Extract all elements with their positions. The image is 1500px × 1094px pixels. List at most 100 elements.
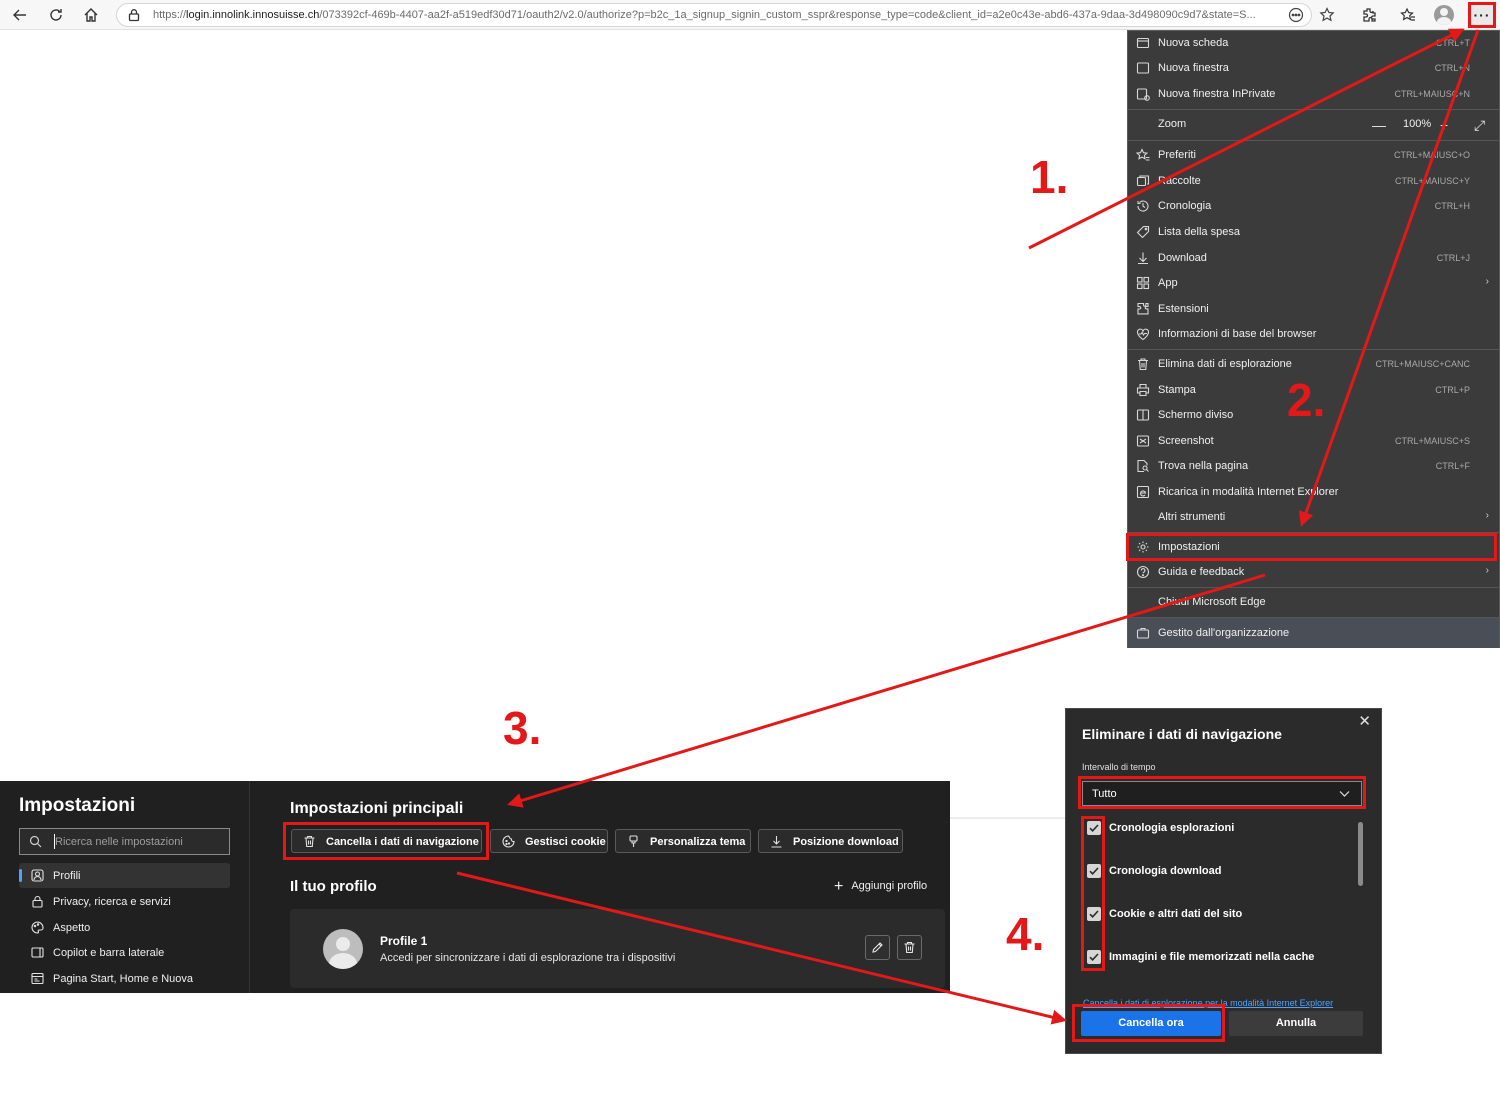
dialog-title: Eliminare i dati di navigazione	[1082, 726, 1282, 742]
menu-item-collections[interactable]: Raccolte CTRL+MAIUSC+Y	[1128, 169, 1499, 193]
settings-and-more-button[interactable]: ···	[1468, 2, 1496, 28]
profile-icon	[31, 869, 44, 882]
settings-panel: Impostazioni Ricerca nelle impostazioni …	[0, 781, 950, 993]
browser-toolbar: https://login.innolink.innosuisse.ch/073…	[0, 0, 1500, 30]
step-4-label: 4.	[1006, 908, 1045, 960]
your-profile-title: Il tuo profilo	[290, 878, 377, 895]
edit-profile-button[interactable]	[865, 935, 890, 960]
back-icon[interactable]	[8, 3, 32, 27]
highlight-time-range	[1078, 776, 1366, 809]
ie-mode-icon	[1136, 485, 1150, 499]
settings-title: Impostazioni	[19, 795, 136, 816]
menu-item-inprivate[interactable]: Nuova finestra InPrivate CTRL+MAIUSC+N	[1128, 82, 1499, 106]
manage-cookies-button[interactable]: Gestisci cookie	[490, 829, 608, 853]
plus-icon: +	[834, 878, 844, 895]
search-icon	[29, 835, 42, 848]
find-page-icon	[1136, 459, 1150, 473]
main-settings-title: Impostazioni principali	[290, 800, 464, 817]
cancel-button[interactable]: Annulla	[1229, 1011, 1363, 1036]
menu-item-find-in-page[interactable]: Trova nella pagina CTRL+F	[1128, 454, 1499, 478]
sidebar-item-privacy[interactable]: Privacy, ricerca e servizi	[19, 889, 230, 914]
profile-card: Profile 1 Accedi per sincronizzare i dat…	[290, 909, 945, 988]
star-icon	[1135, 148, 1150, 162]
screenshot-icon	[1136, 434, 1150, 448]
highlight-checkboxes	[1081, 816, 1105, 971]
chevron-right-icon: ›	[1485, 510, 1489, 521]
favorites-icon[interactable]	[1396, 3, 1420, 27]
highlight-clear-now	[1072, 1004, 1225, 1042]
step-1-label: 1.	[1030, 151, 1069, 203]
collections-icon	[1136, 174, 1150, 188]
download-icon	[1136, 251, 1150, 265]
settings-search-input[interactable]: Ricerca nelle impostazioni	[19, 828, 230, 855]
delete-profile-button[interactable]	[897, 935, 922, 960]
menu-item-browser-essentials[interactable]: Informazioni di base del browser	[1128, 322, 1499, 346]
zoom-out-button[interactable]: —	[1372, 117, 1386, 133]
puzzle-icon	[1136, 302, 1150, 316]
menu-item-extensions[interactable]: Estensioni	[1128, 297, 1499, 321]
menu-item-managed-by-org[interactable]: Gestito dall'organizzazione	[1128, 618, 1499, 648]
url-text: https://login.innolink.innosuisse.ch/073…	[153, 9, 1256, 21]
inprivate-icon	[1136, 87, 1150, 101]
step-3-label: 3.	[503, 702, 542, 754]
menu-item-close-edge[interactable]: Chiudi Microsoft Edge	[1128, 590, 1499, 614]
lock-icon	[31, 895, 44, 908]
dialog-scrollbar[interactable]	[1358, 822, 1363, 886]
refresh-icon[interactable]	[44, 3, 68, 27]
close-icon[interactable]: ✕	[1358, 712, 1371, 730]
home-icon[interactable]	[79, 3, 103, 27]
menu-item-new-tab[interactable]: Nuova scheda CTRL+T	[1128, 31, 1499, 55]
highlight-settings-item	[1126, 533, 1497, 561]
zoom-in-button[interactable]: +	[1440, 117, 1448, 133]
menu-item-apps[interactable]: App ›	[1128, 271, 1499, 295]
step-2-label: 2.	[1287, 374, 1326, 426]
menu-item-help-feedback[interactable]: Guida e feedback ›	[1128, 560, 1499, 584]
trash-icon	[904, 941, 915, 954]
extensions-icon[interactable]	[1357, 3, 1381, 27]
customize-theme-button[interactable]: Personalizza tema	[615, 829, 751, 853]
zoom-level: 100%	[1403, 118, 1432, 130]
cookie-icon	[502, 835, 515, 848]
highlight-clear-browsing-data	[283, 822, 489, 860]
profile-avatar[interactable]	[1434, 5, 1454, 25]
more-tools-circle-icon[interactable]	[1288, 7, 1304, 23]
sidebar-item-profiles[interactable]: Profili	[19, 863, 230, 888]
fullscreen-icon[interactable]: ⤢	[1474, 117, 1485, 134]
chevron-right-icon: ›	[1485, 565, 1489, 576]
paint-brush-icon	[627, 835, 640, 848]
menu-item-zoom: Zoom — 100% + ⤢	[1158, 117, 1486, 134]
menu-item-new-window[interactable]: Nuova finestra CTRL+N	[1128, 56, 1499, 80]
heart-pulse-icon	[1136, 327, 1150, 341]
sidebar-item-appearance[interactable]: Aspetto	[19, 915, 230, 940]
menu-item-download[interactable]: Download CTRL+J	[1128, 246, 1499, 270]
history-icon	[1136, 199, 1150, 213]
favorite-star-icon[interactable]	[1319, 7, 1335, 23]
apps-icon	[1136, 276, 1150, 290]
profile-description: Accedi per sincronizzare i dati di esplo…	[380, 952, 676, 964]
profile-name: Profile 1	[380, 934, 428, 948]
printer-icon	[1136, 383, 1150, 397]
menu-item-history[interactable]: Cronologia CTRL+H	[1128, 194, 1499, 218]
clear-browsing-data-dialog: ✕ Eliminare i dati di navigazione Interv…	[1065, 708, 1382, 1054]
help-icon	[1136, 565, 1150, 579]
download-icon	[770, 835, 783, 848]
new-tab-icon	[1136, 36, 1150, 50]
menu-item-screenshot[interactable]: Screenshot CTRL+MAIUSC+S	[1128, 429, 1499, 453]
avatar	[323, 929, 363, 969]
menu-item-favorites[interactable]: Preferiti CTRL+MAIUSC+O	[1128, 143, 1499, 167]
chevron-right-icon: ›	[1485, 276, 1489, 287]
sidebar-item-start-home[interactable]: Pagina Start, Home e Nuova	[19, 966, 230, 991]
palette-icon	[31, 921, 44, 934]
sidebar-item-copilot[interactable]: Copilot e barra laterale	[19, 940, 230, 965]
download-location-button[interactable]: Posizione download	[758, 829, 903, 853]
home-page-icon	[31, 972, 44, 985]
menu-item-more-tools[interactable]: Altri strumenti ›	[1128, 505, 1499, 529]
menu-item-shopping-list[interactable]: Lista della spesa	[1128, 220, 1499, 244]
sidebar-layout-icon	[31, 946, 44, 959]
time-range-label: Intervallo di tempo	[1082, 762, 1156, 772]
lock-icon[interactable]	[127, 8, 141, 22]
address-bar[interactable]: https://login.innolink.innosuisse.ch/073…	[116, 3, 1335, 27]
add-profile-button[interactable]: + Aggiungi profilo	[834, 878, 927, 896]
menu-item-ie-mode[interactable]: Ricarica in modalità Internet Explorer	[1128, 480, 1499, 504]
settings-sidebar: Impostazioni Ricerca nelle impostazioni …	[0, 781, 250, 993]
